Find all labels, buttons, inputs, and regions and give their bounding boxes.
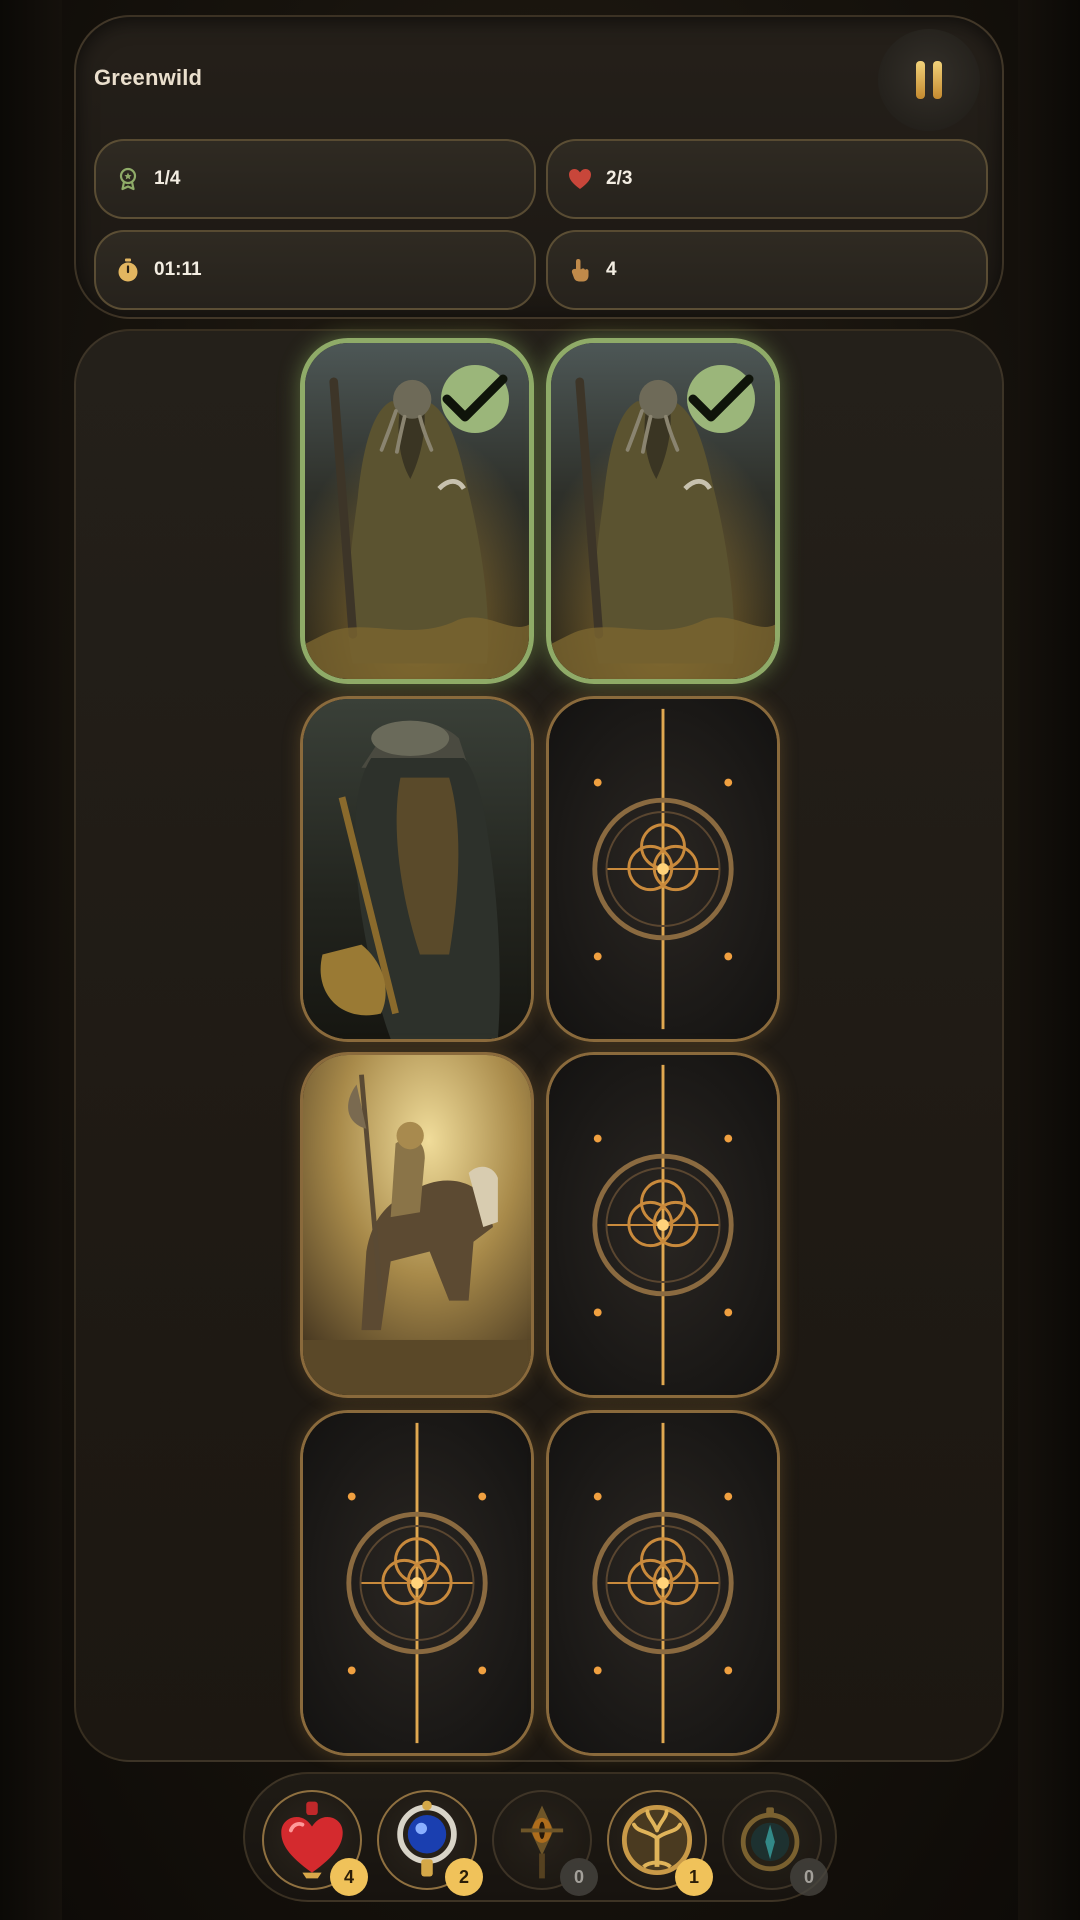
golden-tree-medallion-count: 1 [675, 1858, 713, 1896]
pairs-stat: 1/4 [94, 139, 536, 219]
horseback-knight-card-art [303, 1055, 531, 1395]
card-revealed-knight[interactable] [300, 1052, 534, 1398]
game-screen: Greenwild 1/4 2/3 01:11 4 4 2 0 1 0 [0, 0, 1080, 1920]
card-face-down[interactable] [546, 1410, 780, 1756]
compass-count: 0 [790, 1858, 828, 1896]
award-ribbon-icon [116, 167, 140, 191]
card-back-art [549, 699, 777, 1039]
axe-warrior-card-art [303, 699, 531, 1039]
hud-panel: Greenwild 1/4 2/3 01:11 4 [74, 15, 1004, 319]
moves-stat: 4 [546, 230, 988, 310]
card-board [74, 329, 1004, 1762]
pairs-value: 1/4 [154, 168, 181, 189]
left-vignette [0, 0, 62, 1920]
pause-button[interactable] [878, 29, 980, 131]
blue-orb-amulet-item[interactable]: 2 [377, 1790, 483, 1896]
pause-icon [933, 61, 942, 99]
card-face-down[interactable] [546, 1052, 780, 1398]
eye-scepter-item[interactable]: 0 [492, 1790, 598, 1896]
card-back-art [549, 1413, 777, 1753]
heart-potion-item[interactable]: 4 [262, 1790, 368, 1896]
checkmark-icon [688, 374, 754, 422]
eye-scepter-count: 0 [560, 1858, 598, 1896]
lives-stat: 2/3 [546, 139, 988, 219]
card-matched-mage [300, 338, 534, 684]
matched-check-badge [441, 365, 509, 433]
heart-potion-count: 4 [330, 1858, 368, 1896]
pause-icon [916, 61, 925, 99]
heart-icon [568, 167, 592, 191]
timer-stat: 01:11 [94, 230, 536, 310]
lives-value: 2/3 [606, 168, 633, 189]
matched-check-badge [687, 365, 755, 433]
timer-value: 01:11 [154, 259, 202, 280]
level-title: Greenwild [94, 65, 203, 90]
card-back-art [303, 1413, 531, 1753]
powerup-bar: 4 2 0 1 0 [243, 1772, 837, 1902]
tap-hand-icon [568, 258, 592, 282]
card-face-down[interactable] [546, 696, 780, 1042]
blue-orb-amulet-count: 2 [445, 1858, 483, 1896]
card-face-down[interactable] [300, 1410, 534, 1756]
moves-value: 4 [606, 259, 617, 280]
card-matched-mage [546, 338, 780, 684]
golden-tree-medallion-item[interactable]: 1 [607, 1790, 713, 1896]
card-revealed-warrior[interactable] [300, 696, 534, 1042]
right-vignette [1018, 0, 1080, 1920]
compass-item[interactable]: 0 [722, 1790, 828, 1896]
card-back-art [549, 1055, 777, 1395]
checkmark-icon [442, 374, 508, 422]
stopwatch-icon [116, 258, 140, 282]
